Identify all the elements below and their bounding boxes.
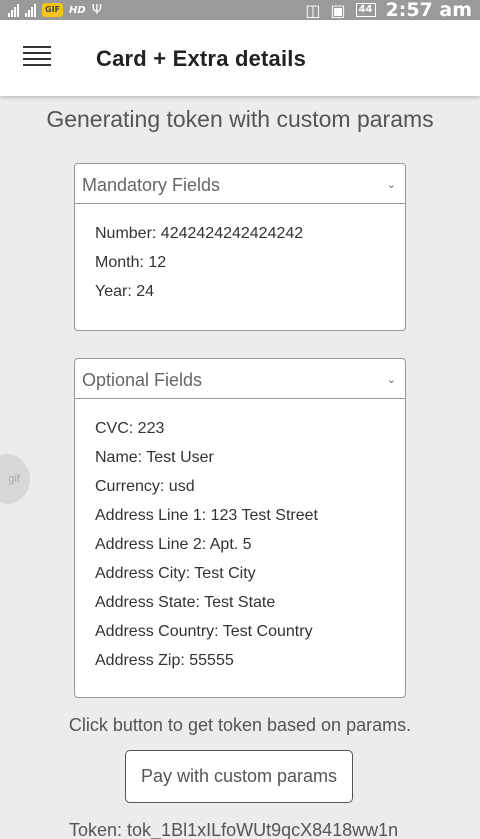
signal-icon-2: [25, 3, 36, 17]
optional-fields-header[interactable]: Optional Fields ⌄: [75, 359, 405, 399]
chevron-down-icon[interactable]: ⌄: [387, 178, 396, 191]
field-currency: Currency: usd: [95, 478, 195, 495]
pay-with-custom-params-button[interactable]: Pay with custom params: [125, 750, 353, 803]
field-address-city: Address City: Test City: [95, 565, 256, 582]
menu-icon[interactable]: [23, 46, 51, 68]
gif-badge-icon: GIF: [42, 3, 64, 17]
field-address-country: Address Country: Test Country: [95, 623, 313, 640]
status-left: GIF HD Ψ: [8, 1, 102, 19]
field-number: Number: 4242424242424242: [95, 225, 304, 242]
mandatory-fields-panel: Mandatory Fields ⌄ Number: 4242424242424…: [74, 163, 406, 331]
gif-bubble-button[interactable]: gif: [0, 454, 30, 504]
field-address-line-1: Address Line 1: 123 Test Street: [95, 507, 318, 524]
cast-icon: ◫: [305, 0, 321, 20]
hd-indicator: HD: [69, 4, 86, 16]
field-address-zip: Address Zip: 55555: [95, 652, 234, 669]
battery-icon: 44: [355, 3, 376, 17]
app-bar: Card + Extra details: [0, 20, 480, 96]
field-address-state: Address State: Test State: [95, 594, 276, 611]
token-output: Token: tok_1Bl1xILfoWUt9qcX8418ww1n: [69, 820, 399, 839]
optional-fields-body: CVC: 223 Name: Test User Currency: usd A…: [75, 399, 405, 680]
instruction-text: Click button to get token based on param…: [68, 715, 412, 735]
status-right: ◫ ▣ 44 2:57 am: [305, 0, 472, 20]
mandatory-fields-header[interactable]: Mandatory Fields ⌄: [75, 164, 405, 204]
field-year: Year: 24: [95, 283, 155, 300]
page-title: Card + Extra details: [96, 46, 307, 71]
vibrate-icon: ▣: [330, 0, 346, 20]
usb-icon: Ψ: [91, 2, 102, 18]
field-name: Name: Test User: [95, 449, 214, 466]
field-cvc: CVC: 223: [95, 420, 165, 437]
optional-fields-panel: Optional Fields ⌄ CVC: 223 Name: Test Us…: [74, 358, 406, 698]
field-month: Month: 12: [95, 254, 167, 271]
clock: 2:57 am: [385, 0, 473, 21]
signal-icon: [8, 3, 19, 17]
field-address-line-2: Address Line 2: Apt. 5: [95, 536, 252, 553]
mandatory-fields-title: Mandatory Fields: [82, 175, 221, 195]
optional-fields-title: Optional Fields: [82, 370, 203, 390]
section-heading: Generating token with custom params: [46, 106, 434, 132]
status-bar: GIF HD Ψ ◫ ▣ 44 2:57 am: [0, 0, 480, 20]
mandatory-fields-body: Number: 4242424242424242 Month: 12 Year:…: [75, 204, 405, 311]
chevron-down-icon[interactable]: ⌄: [387, 373, 396, 386]
